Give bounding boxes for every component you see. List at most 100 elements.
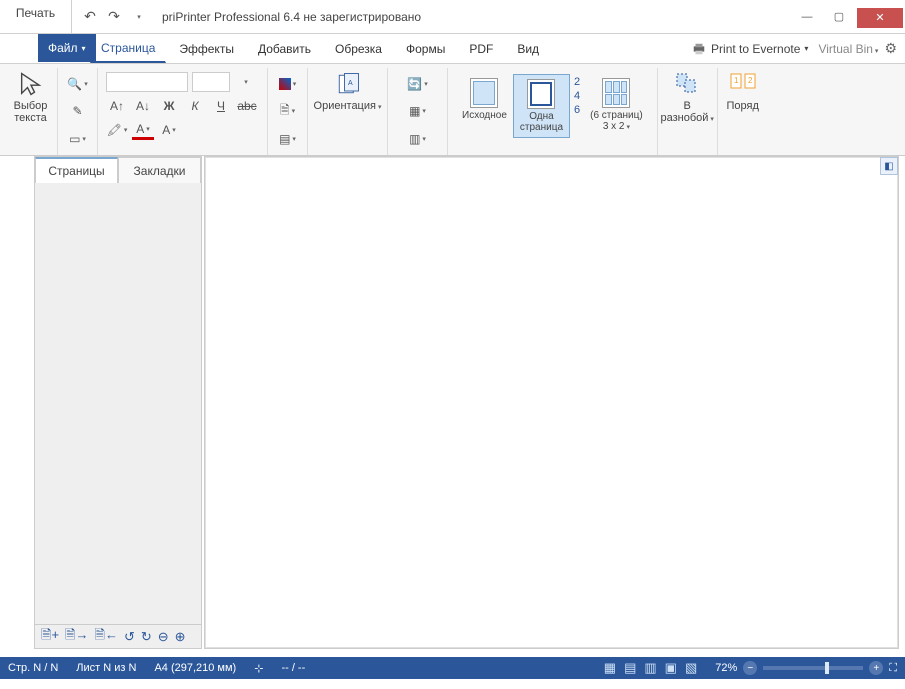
shading-icon[interactable]: ▤ [277, 129, 299, 149]
cursor-icon [17, 70, 45, 98]
tab-view[interactable]: Вид [506, 35, 550, 63]
group-order: 12 Поряд [718, 68, 768, 155]
columns-icon[interactable]: ▥ [407, 129, 429, 149]
maximize-button[interactable]: ▢ [825, 6, 853, 28]
ribbon: Выбор текста 🔍 ✎ ▭ A↑ A↓ Ж К Ч abc 🖍 A A… [0, 64, 905, 156]
view-mode-2-icon[interactable]: ▤ [624, 660, 636, 676]
status-bar: Стр. N / N Лист N из N A4 (297,210 мм) ⊹… [0, 657, 905, 679]
group-font: A↑ A↓ Ж К Ч abc 🖍 A A [98, 68, 268, 155]
sidebar-tab-bookmarks[interactable]: Закладки [118, 157, 201, 183]
sidebar: Страницы Закладки 🗎+ 🗎→ 🗎← ↺ ↻ ⊖ ⊕ [34, 156, 202, 649]
file-menu-button[interactable]: Файл [38, 34, 96, 62]
status-pos: -- / -- [281, 662, 305, 674]
find-icon[interactable]: 🔍 [67, 74, 89, 94]
view-mode-1-icon[interactable]: ▦ [604, 660, 616, 676]
group-find: 🔍 ✎ ▭ [58, 68, 98, 155]
grow-font-icon[interactable]: A↑ [106, 96, 128, 116]
highlight-icon[interactable]: 🖍 [106, 120, 128, 140]
select-text-button[interactable]: Выбор текста [14, 70, 48, 124]
margins-icon[interactable]: ▦ [407, 101, 429, 121]
fit-screen-icon[interactable]: ⛶ [889, 662, 897, 675]
layout-6[interactable]: 6 [574, 104, 580, 116]
virtual-bin-selector[interactable]: Virtual Bin [818, 42, 878, 56]
layout-random-button[interactable]: В разнобой [660, 70, 713, 126]
view-mode-3-icon[interactable]: ▥ [644, 660, 656, 676]
zoom-slider[interactable] [763, 666, 863, 670]
group-random: В разнобой [658, 68, 718, 155]
layout-order-button[interactable]: 12 Поряд [726, 70, 758, 112]
tab-add[interactable]: Добавить [247, 35, 322, 63]
layout-2[interactable]: 2 [574, 76, 580, 88]
page-icon[interactable]: 🗎 [277, 101, 299, 121]
rotate-ccw-icon[interactable]: ↺ [124, 629, 135, 645]
svg-text:1: 1 [734, 76, 739, 85]
status-page: Стр. N / N [8, 662, 58, 674]
add-page-icon[interactable]: 🗎+ [41, 626, 59, 648]
refresh-icon[interactable]: 🔄 [407, 74, 429, 94]
zoom-in-icon[interactable]: ⊕ [175, 629, 186, 645]
canvas-options-icon[interactable]: ◧ [880, 157, 898, 175]
shrink-font-icon[interactable]: A↓ [132, 96, 154, 116]
group-color: 🗎 ▤ [268, 68, 308, 155]
underline-icon[interactable]: Ч [210, 96, 232, 116]
orientation-button[interactable]: A Ориентация [314, 70, 382, 114]
zoom-out-button[interactable]: − [743, 661, 757, 675]
print-tab[interactable]: Печать [0, 0, 72, 33]
svg-text:2: 2 [748, 76, 753, 85]
zoom-value[interactable]: 72% [715, 662, 737, 674]
select-text-label: Выбор текста [14, 100, 48, 124]
app-title: priPrinter Professional 6.4 не зарегистр… [156, 0, 791, 33]
layout-original[interactable]: Исходное [456, 74, 513, 125]
tab-forms[interactable]: Формы [395, 35, 456, 63]
font-size-combo[interactable] [192, 72, 230, 92]
chevron-down-icon: ▾ [804, 44, 808, 53]
font-family-combo[interactable] [106, 72, 188, 92]
menu-bar: Файл Страница Эффекты Добавить Обрезка Ф… [0, 34, 905, 64]
undo-icon[interactable]: ↶ [80, 7, 100, 27]
italic-icon[interactable]: К [184, 96, 206, 116]
layout-one-page[interactable]: Одна страница [513, 74, 570, 138]
qat-dropdown-icon[interactable] [128, 7, 148, 27]
view-mode-4-icon[interactable]: ▣ [665, 660, 677, 676]
rotate-cw-icon[interactable]: ↻ [141, 629, 152, 645]
canvas[interactable]: ◧ [204, 156, 899, 649]
tab-page[interactable]: Страница [90, 35, 166, 63]
tab-pdf[interactable]: PDF [458, 35, 504, 63]
tab-effects[interactable]: Эффекты [168, 35, 245, 63]
status-sheet: Лист N из N [76, 662, 136, 674]
layout-six-label: (6 страниц) 3 x 2 [590, 110, 643, 133]
import-page-icon[interactable]: 🗎← [95, 626, 118, 648]
tab-crop[interactable]: Обрезка [324, 35, 393, 63]
orientation-icon: A [334, 70, 362, 98]
font-color-icon[interactable]: A [132, 120, 154, 140]
minimize-button[interactable]: — [793, 6, 821, 28]
select-icon[interactable]: ▭ [67, 129, 89, 149]
status-size: A4 (297,210 мм) [154, 662, 236, 674]
fill-color-icon[interactable] [277, 74, 299, 94]
font-size-dropdown[interactable] [234, 72, 256, 92]
zoom-out-icon[interactable]: ⊖ [158, 629, 169, 645]
strike-icon[interactable]: abc [236, 96, 258, 116]
zoom-in-button[interactable]: + [869, 661, 883, 675]
replace-icon[interactable]: ✎ [67, 101, 89, 121]
group-layout: Исходное Одна страница 2 4 6 (6 страниц)… [448, 68, 658, 155]
printer-selector[interactable]: Print to Evernote ▾ [687, 40, 812, 58]
layout-order-label: Поряд [726, 100, 758, 112]
window-buttons: — ▢ ✕ [791, 0, 905, 33]
svg-text:A: A [348, 80, 353, 87]
bold-icon[interactable]: Ж [158, 96, 180, 116]
group-misc: 🔄 ▦ ▥ [388, 68, 448, 155]
layout-six-pages[interactable]: (6 страниц) 3 x 2 [584, 74, 649, 137]
work-area: Страницы Закладки 🗎+ 🗎→ 🗎← ↺ ↻ ⊖ ⊕ ◧ [34, 156, 899, 649]
status-tool-icon[interactable]: ⊹ [254, 662, 263, 675]
orientation-label: Ориентация [314, 100, 382, 114]
close-button[interactable]: ✕ [857, 8, 903, 28]
sidebar-tab-pages[interactable]: Страницы [35, 157, 118, 183]
redo-icon[interactable]: ↷ [104, 7, 124, 27]
view-mode-5-icon[interactable]: ▧ [685, 660, 697, 676]
layout-4[interactable]: 4 [574, 90, 580, 102]
export-page-icon[interactable]: 🗎→ [65, 626, 88, 648]
order-icon: 12 [729, 70, 757, 98]
gear-icon[interactable]: ⚙ [884, 40, 897, 57]
change-case-icon[interactable]: A [158, 120, 180, 140]
